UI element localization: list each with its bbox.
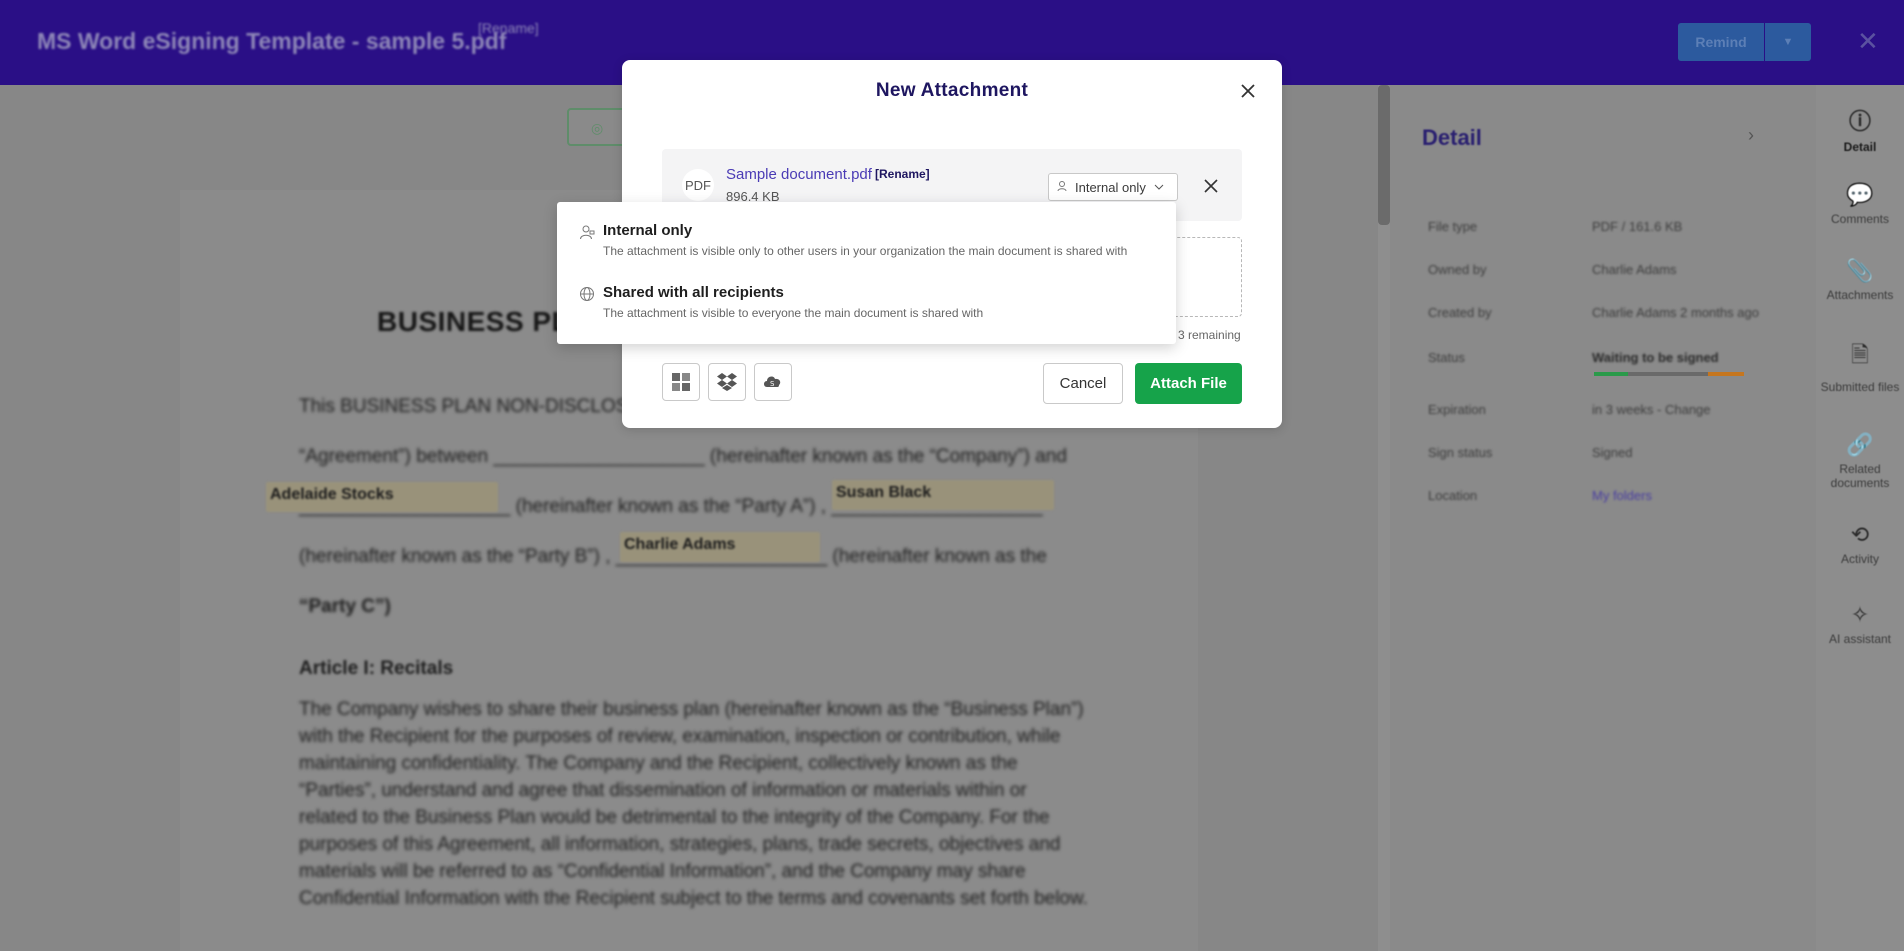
rail-label: Detail xyxy=(1843,140,1877,154)
rail-item-comments[interactable]: 💬 Comments xyxy=(1816,182,1904,226)
svg-text:S: S xyxy=(770,380,775,388)
rail-label: Submitted files xyxy=(1820,380,1900,394)
detail-key: Created by xyxy=(1428,305,1492,320)
check-circle-icon: ◎ xyxy=(591,120,604,136)
globe-icon xyxy=(579,286,595,302)
caret-down-icon: ▼ xyxy=(1782,36,1794,48)
remind-dropdown-button[interactable]: ▼ xyxy=(1765,23,1811,61)
option-label: Internal only xyxy=(603,222,693,239)
detail-value: Waiting to be signed xyxy=(1592,350,1719,365)
detail-key: Owned by xyxy=(1428,262,1487,277)
option-description: The attachment is visible only to other … xyxy=(603,244,1128,258)
user-lock-icon xyxy=(579,224,595,240)
rail-item-submitted-files[interactable]: 🗎 Submitted files xyxy=(1816,338,1904,394)
document-scrollbar[interactable] xyxy=(1378,85,1390,225)
chevron-down-icon xyxy=(1154,180,1164,195)
detail-key: Status xyxy=(1428,350,1465,365)
dropbox-icon xyxy=(717,373,737,391)
article-paragraph: The Company wishes to share their busine… xyxy=(299,699,1088,909)
visibility-option-internal-only[interactable]: Internal only The attachment is visible … xyxy=(557,202,1176,262)
location-link[interactable]: My folders xyxy=(1592,488,1652,503)
file-upload-icon: 🗎 xyxy=(1851,342,1869,367)
detail-value: Charlie Adams xyxy=(1592,262,1677,277)
file-name-link[interactable]: Sample document.pdf xyxy=(726,166,872,183)
detail-key: File type xyxy=(1428,219,1478,234)
user-lock-icon xyxy=(1057,180,1069,195)
magic-wand-icon: ✧ xyxy=(1850,602,1870,627)
detail-key: Location xyxy=(1428,488,1478,503)
rail-item-ai-assistant[interactable]: ✧ AI assistant xyxy=(1816,602,1904,646)
dropbox-source-button[interactable] xyxy=(708,363,746,401)
rail-label: Activity xyxy=(1840,552,1879,566)
detail-value: PDF / 161.6 KB xyxy=(1592,219,1683,234)
comment-icon: 💬 xyxy=(1846,182,1874,207)
signer-field-party-a[interactable]: Adelaide Stocks xyxy=(266,482,498,512)
file-rename-link[interactable]: [Rename] xyxy=(875,167,930,181)
detail-panel: Detail › xyxy=(1390,85,1816,951)
detail-value: Charlie Adams 2 months ago xyxy=(1592,305,1759,320)
option-label: Shared with all recipients xyxy=(603,284,784,301)
info-icon: ⓘ xyxy=(1848,109,1871,134)
remove-file-icon[interactable] xyxy=(1200,175,1222,197)
cloud-drive-icon: S xyxy=(764,376,781,388)
status-progress-bar xyxy=(1594,372,1744,376)
history-icon: ⟲ xyxy=(1850,522,1870,547)
document-line: “Party C”) xyxy=(299,596,391,617)
detail-key: Sign status xyxy=(1428,445,1493,460)
document-title: MS Word eSigning Template - sample 5.pdf xyxy=(37,28,507,54)
visibility-select[interactable]: Internal only xyxy=(1048,173,1178,201)
remind-button[interactable]: Remind xyxy=(1678,23,1764,61)
detail-title: Detail xyxy=(1422,125,1482,150)
rail-item-attachments[interactable]: 📎 Attachments xyxy=(1816,258,1904,302)
windows-icon xyxy=(672,373,690,391)
option-description: The attachment is visible to everyone th… xyxy=(603,306,984,320)
article-heading: Article I: Recitals xyxy=(299,658,454,679)
rail-label: Comments xyxy=(1830,212,1889,226)
link-icon: 🔗 xyxy=(1846,432,1874,457)
modal-title: New Attachment xyxy=(875,80,1029,101)
document-line: “Agreement”) between ___________________… xyxy=(299,446,1067,467)
attachments-remaining: 3 remaining xyxy=(1178,328,1241,342)
cancel-button[interactable]: Cancel xyxy=(1043,363,1123,404)
rail-label: AI assistant xyxy=(1828,632,1892,646)
close-icon[interactable]: ✕ xyxy=(1857,26,1879,57)
visibility-select-value: Internal only xyxy=(1075,179,1146,195)
close-icon[interactable] xyxy=(1236,79,1260,103)
visibility-option-shared-with-all[interactable]: Shared with all recipients The attachmen… xyxy=(557,264,1176,324)
rail-item-detail[interactable]: ⓘ Detail xyxy=(1816,104,1904,154)
detail-key: Expiration xyxy=(1428,402,1486,417)
rail-label: Related documents xyxy=(1830,462,1890,490)
chevron-right-icon[interactable]: › xyxy=(1748,125,1754,146)
document-line: This BUSINESS PLAN NON-DISCLOSU xyxy=(299,396,643,417)
rail-item-related-documents[interactable]: 🔗 Related documents xyxy=(1816,432,1904,490)
detail-value: Signed xyxy=(1592,445,1633,460)
rail-item-activity[interactable]: ⟲ Activity xyxy=(1816,522,1904,566)
windows-source-button[interactable] xyxy=(662,363,700,401)
file-type-badge: PDF xyxy=(682,169,714,201)
signer-field-party-b[interactable]: Susan Black xyxy=(832,480,1054,510)
attach-file-button[interactable]: Attach File xyxy=(1135,363,1242,404)
signer-field-party-c[interactable]: Charlie Adams xyxy=(620,532,820,562)
visibility-dropdown-menu: Internal only The attachment is visible … xyxy=(557,202,1176,344)
document-rename-link[interactable]: [Rename] xyxy=(478,20,539,36)
cloud-drive-source-button[interactable]: S xyxy=(754,363,792,401)
detail-value: in 3 weeks - Change xyxy=(1592,402,1711,417)
paperclip-icon: 📎 xyxy=(1846,258,1874,283)
document-toolbar-button[interactable]: ◎ xyxy=(567,108,627,146)
rail-label: Attachments xyxy=(1826,288,1894,302)
